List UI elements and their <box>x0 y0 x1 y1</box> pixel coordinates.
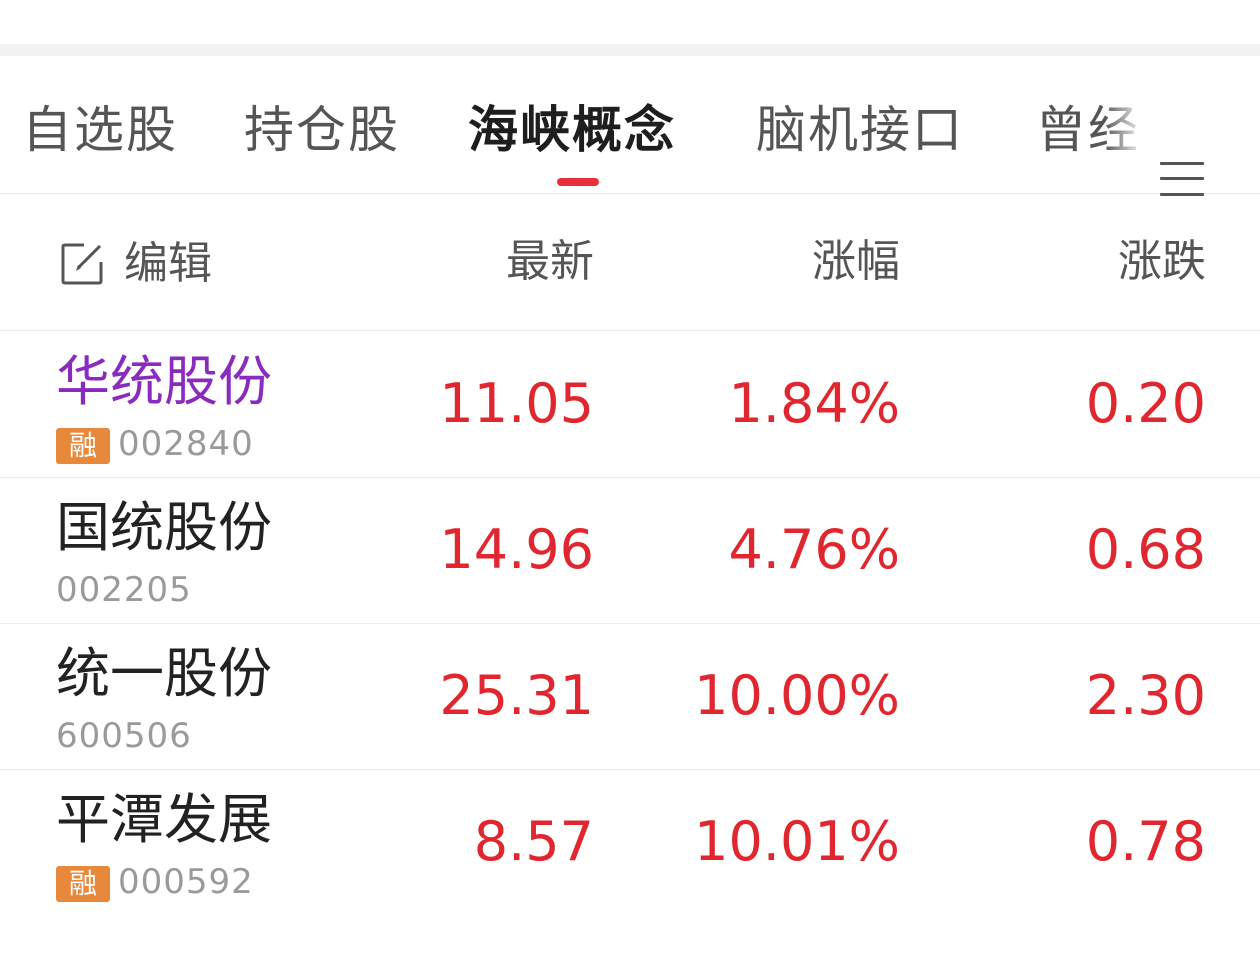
latest-price: 14.96 <box>439 518 594 581</box>
latest-price: 25.31 <box>439 664 594 727</box>
tab-strait-concept[interactable]: 海峡概念 <box>468 100 676 160</box>
stock-code: 600506 <box>56 716 192 756</box>
stock-code: 000592 <box>118 862 254 902</box>
column-header-change-amount[interactable]: 涨跌 <box>1006 236 1206 288</box>
change-amount: 0.20 <box>1085 372 1206 435</box>
tab-previously[interactable]: 曾经 <box>1036 100 1144 160</box>
latest-price: 8.57 <box>473 810 594 873</box>
stock-code: 002205 <box>56 570 192 610</box>
stock-row[interactable]: 平潭发展 融 000592 8.57 10.01% 0.78 <box>0 770 1260 915</box>
margin-trading-badge: 融 <box>56 866 110 902</box>
stock-name: 统一股份 <box>56 642 272 705</box>
tab-holdings[interactable]: 持仓股 <box>244 100 400 160</box>
change-percent: 1.84% <box>728 372 900 435</box>
tab-brain-computer-interface[interactable]: 脑机接口 <box>756 100 964 160</box>
edit-button[interactable]: 编辑 <box>124 238 212 290</box>
stock-row[interactable]: 华统股份 融 002840 11.05 1.84% 0.20 <box>0 332 1260 478</box>
stock-code: 002840 <box>118 424 254 464</box>
column-header-latest-price[interactable]: 最新 <box>394 236 594 288</box>
stock-row[interactable]: 国统股份 002205 14.96 4.76% 0.68 <box>0 478 1260 624</box>
top-divider-band <box>0 44 1260 56</box>
stock-name: 华统股份 <box>56 350 272 413</box>
change-percent: 10.00% <box>694 664 900 727</box>
active-tab-indicator <box>557 178 599 186</box>
change-amount: 2.30 <box>1085 664 1206 727</box>
change-percent: 10.01% <box>694 810 900 873</box>
latest-price: 11.05 <box>439 372 594 435</box>
tab-watchlist[interactable]: 自选股 <box>22 100 178 160</box>
stock-row[interactable]: 统一股份 600506 25.31 10.00% 2.30 <box>0 624 1260 770</box>
stock-name: 平潭发展 <box>56 788 272 851</box>
menu-icon[interactable] <box>1160 160 1204 198</box>
change-amount: 0.78 <box>1085 810 1206 873</box>
margin-trading-badge: 融 <box>56 428 110 464</box>
tab-bar: 自选股 持仓股 海峡概念 脑机接口 曾经 <box>0 56 1260 196</box>
change-amount: 0.68 <box>1085 518 1206 581</box>
edit-icon[interactable] <box>60 240 106 286</box>
stock-name: 国统股份 <box>56 496 272 559</box>
change-percent: 4.76% <box>728 518 900 581</box>
status-area <box>0 0 1260 44</box>
column-header-change-percent[interactable]: 涨幅 <box>700 236 900 288</box>
